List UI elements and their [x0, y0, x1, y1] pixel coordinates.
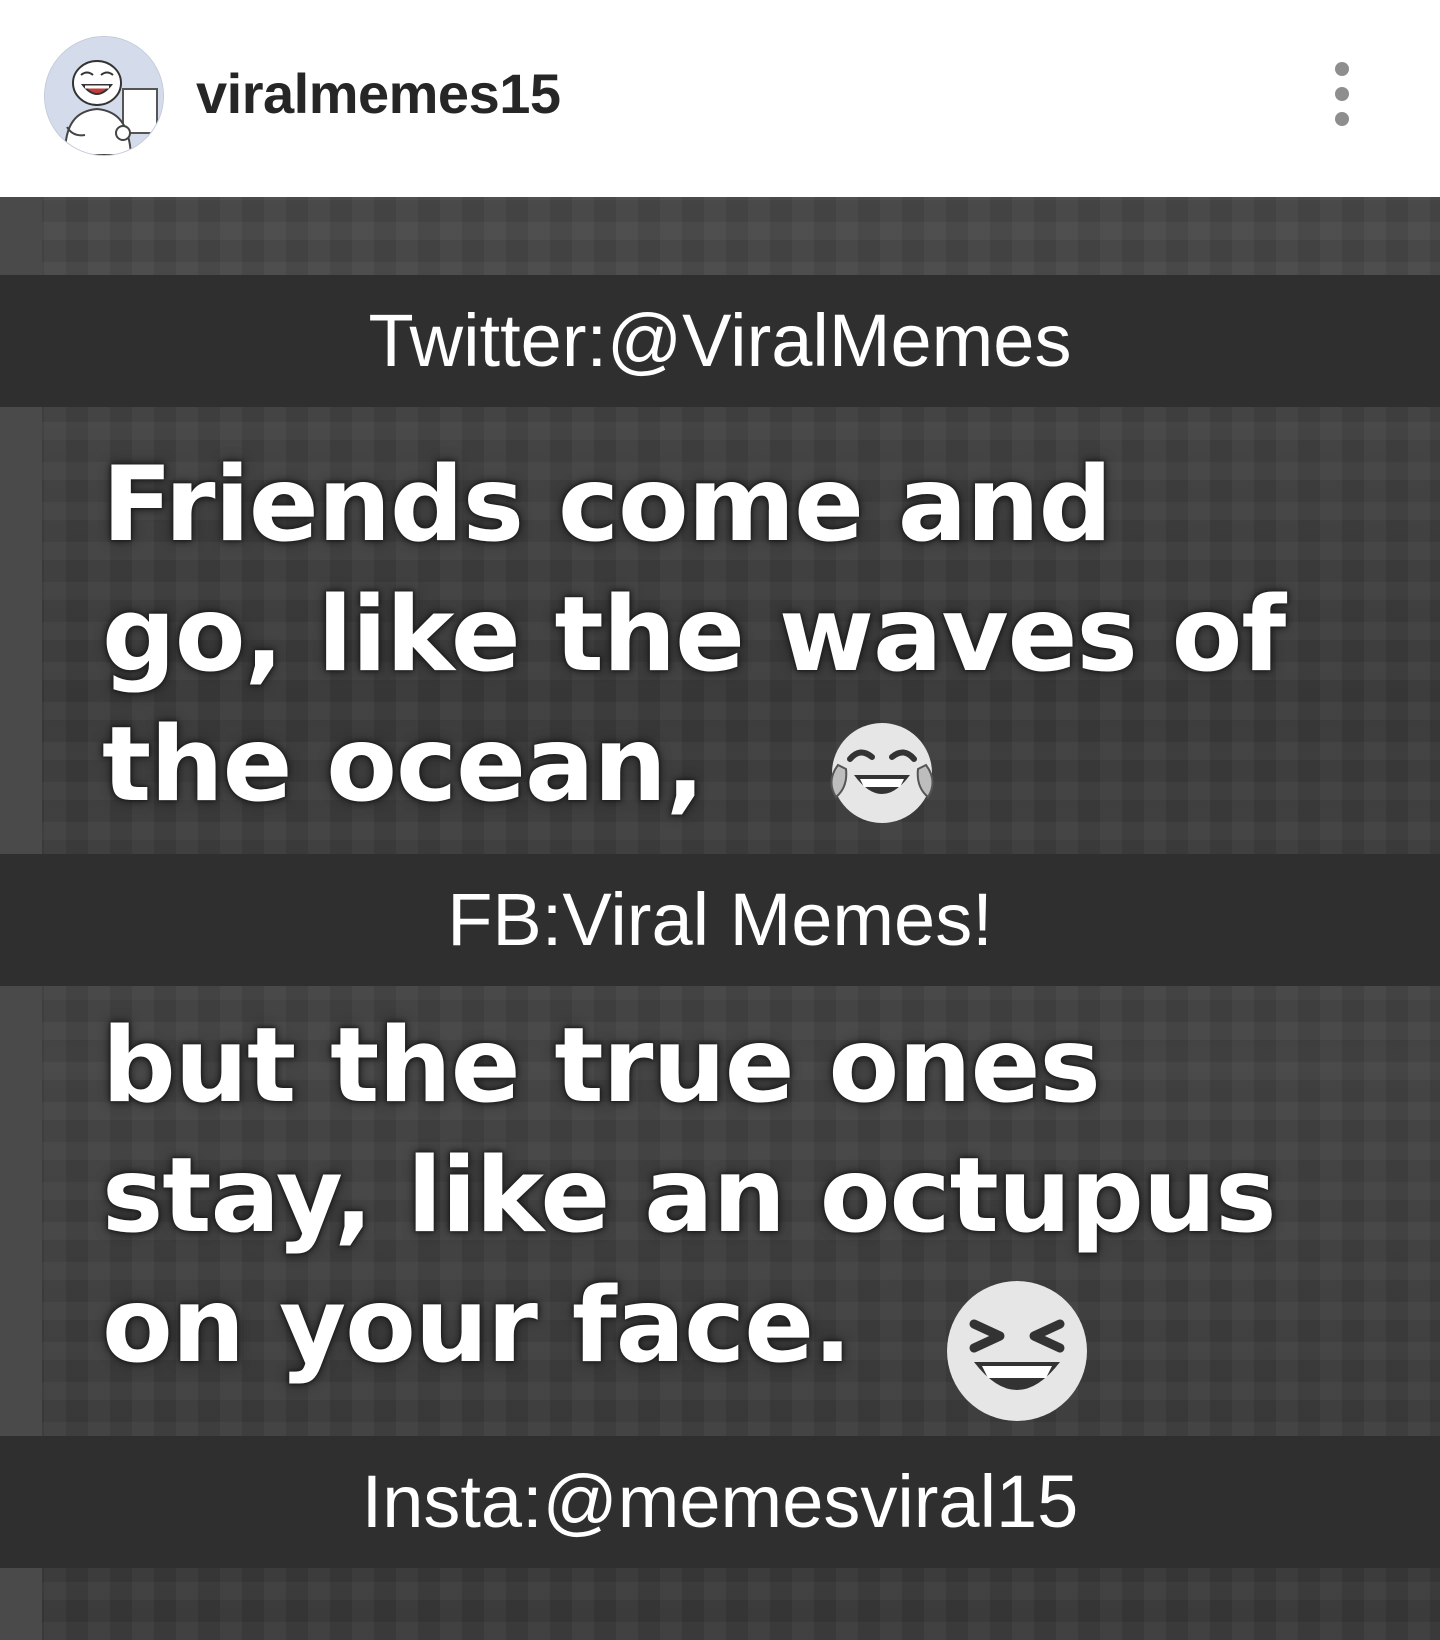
avatar[interactable]: [44, 36, 164, 156]
meme-image: Twitter:@ViralMemes Friends come and go,…: [0, 197, 1440, 1640]
laughing-meme-face-avatar-icon: [45, 37, 163, 155]
quote-line: on your face.: [102, 1266, 852, 1386]
more-options-button[interactable]: [1322, 56, 1362, 132]
more-options-icon-dot: [1335, 87, 1349, 101]
watermark-instagram: Insta:@memesviral15: [0, 1436, 1440, 1568]
quote-line: but the true ones: [102, 1006, 1101, 1126]
more-options-icon: [1335, 62, 1349, 76]
watermark-twitter: Twitter:@ViralMemes: [0, 275, 1440, 407]
quote-text-top: Friends come and go, like the waves of t…: [102, 440, 1422, 830]
watermark-facebook: FB:Viral Memes!: [0, 854, 1440, 986]
more-options-icon-dot: [1335, 112, 1349, 126]
quote-line: Friends come and: [102, 445, 1112, 565]
grinning-squinting-emoji-icon: [944, 1278, 1090, 1424]
username[interactable]: viralmemes15: [196, 62, 561, 126]
quote-line: the ocean,: [102, 705, 705, 825]
quote-text-bottom: but the true ones stay, like an octupus …: [102, 1001, 1422, 1391]
post-header: viralmemes15: [0, 0, 1440, 197]
tears-of-joy-emoji-icon: [826, 717, 938, 829]
quote-line: stay, like an octupus: [102, 1136, 1277, 1256]
quote-line: go, like the waves of: [102, 575, 1286, 695]
